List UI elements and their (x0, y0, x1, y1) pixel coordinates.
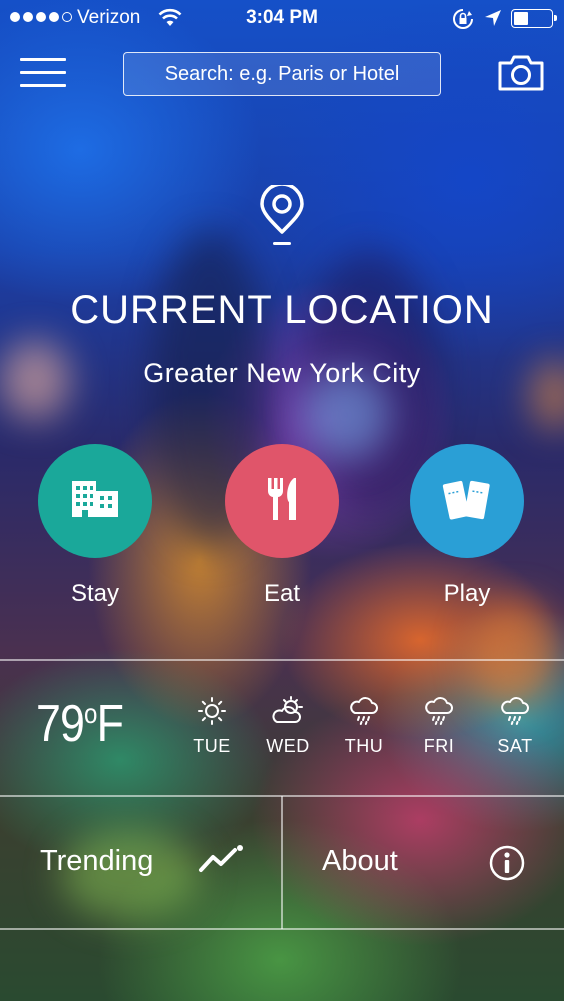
rain-cloud-icon (329, 694, 399, 726)
battery-icon (511, 9, 557, 28)
tickets-icon (442, 476, 492, 527)
hamburger-menu-icon[interactable] (20, 58, 66, 92)
temperature-value: 79 (36, 695, 85, 753)
forecast-day-label: FRI (423, 736, 455, 756)
forecast-day: FRI (404, 694, 474, 757)
forecast-day-label: TUE (193, 736, 231, 756)
trend-line-icon (198, 843, 244, 880)
location-pin-icon (256, 182, 308, 254)
temperature-unit-letter: F (96, 695, 124, 753)
rain-cloud-icon (480, 694, 550, 726)
about-button[interactable]: About (283, 797, 564, 929)
stay-circle[interactable] (38, 444, 152, 558)
divider (0, 659, 564, 661)
forecast-day: THU (329, 694, 399, 757)
play-label: Play (443, 580, 491, 607)
eat-label: Eat (263, 580, 301, 607)
info-circle-icon (489, 845, 525, 886)
forecast-day: SAT (480, 694, 550, 757)
play-circle[interactable] (410, 444, 524, 558)
status-time: 3:04 PM (246, 7, 318, 28)
sunny-icon (177, 694, 247, 726)
about-label: About (322, 845, 398, 877)
temperature-degree: o (84, 698, 97, 729)
eat-circle[interactable] (225, 444, 339, 558)
status-bar: Verizon 3:04 PM (0, 0, 564, 38)
camera-icon[interactable] (497, 54, 545, 97)
hotel-building-icon (70, 479, 120, 524)
location-subtitle: Greater New York City (143, 358, 421, 388)
forecast-day-label: WED (266, 736, 310, 756)
rain-cloud-icon (404, 694, 474, 726)
forecast-day: WED (253, 694, 323, 757)
forecast-day-label: SAT (497, 736, 533, 756)
forecast-day-label: THU (344, 736, 384, 756)
forecast-day: TUE (177, 694, 247, 757)
stay-label: Stay (70, 580, 120, 607)
page-title: CURRENT LOCATION (70, 288, 494, 332)
eat-button[interactable]: Eat (224, 444, 340, 608)
partly-cloudy-icon (253, 694, 323, 726)
fork-knife-icon (265, 476, 299, 527)
play-button[interactable]: Play (409, 444, 525, 608)
search-input[interactable] (123, 52, 441, 96)
trending-button[interactable]: Trending (0, 797, 281, 929)
rotation-lock-icon (452, 8, 474, 36)
stay-button[interactable]: Stay (37, 444, 153, 608)
trending-label: Trending (40, 845, 154, 877)
current-temperature: 79oF (36, 694, 124, 754)
location-services-icon (484, 9, 502, 33)
